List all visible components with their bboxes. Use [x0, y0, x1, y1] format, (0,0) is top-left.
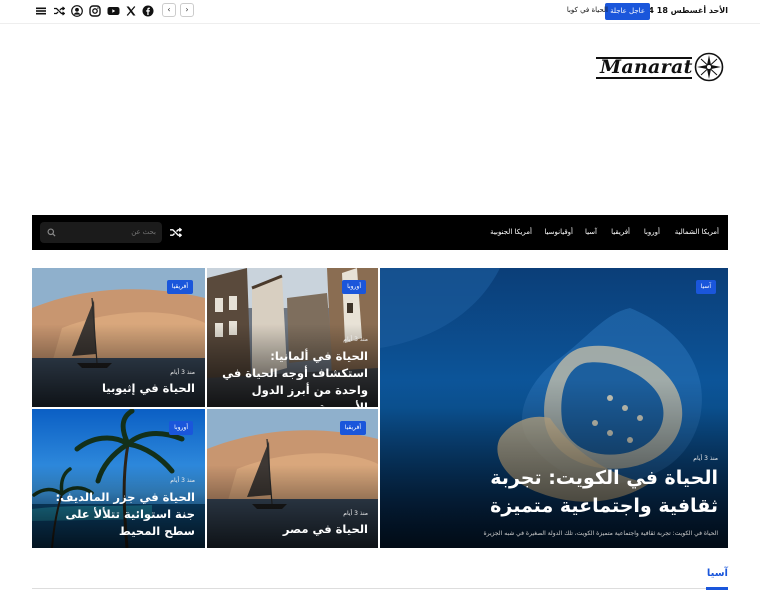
user-icon[interactable]: [71, 5, 83, 17]
featured-post-card-kuwait[interactable]: آسيا منذ 3 أيام الحياة في الكويت: تجربة …: [380, 268, 728, 548]
nav-item-oceania[interactable]: أوقيانوسيا: [544, 215, 573, 250]
search-input[interactable]: [66, 225, 156, 240]
post-date: منذ 3 أيام: [170, 477, 195, 484]
instagram-icon[interactable]: [89, 5, 101, 17]
post-excerpt: الحياة في الكويت: تجربة ثقافية واجتماعية…: [483, 530, 718, 537]
post-title[interactable]: الحياة في إثيوبيا: [43, 380, 195, 397]
post-date: منذ 3 أيام: [343, 336, 368, 343]
post-title[interactable]: الحياة في جزر المالديف: جنة استوائية تتل…: [43, 489, 195, 540]
search-box: [40, 222, 162, 243]
search-icon[interactable]: [47, 228, 56, 237]
section-title[interactable]: آسيا: [707, 568, 728, 579]
top-bar: الأحد أغسطس 18 2024 عاجل عاجلة الحياة في…: [0, 0, 760, 24]
category-badge[interactable]: أفريقيا: [339, 421, 366, 435]
post-date: منذ 3 أيام: [693, 455, 718, 462]
shuffle-icon[interactable]: [53, 5, 65, 17]
nav-item-south-america[interactable]: أمريكا الجنوبية: [490, 215, 532, 250]
site-logo[interactable]: Manarat: [596, 50, 726, 86]
nav-item-europe[interactable]: أوروبا: [644, 215, 660, 250]
news-ticker-link[interactable]: الحياة في كوبا: [567, 6, 608, 14]
post-title[interactable]: الحياة في مصر: [216, 521, 368, 538]
compass-icon: [694, 52, 724, 82]
post-card-egypt[interactable]: أفريقيا منذ 3 أيام الحياة في مصر: [207, 409, 378, 548]
x-icon[interactable]: [125, 5, 137, 17]
shuffle-icon[interactable]: [169, 226, 182, 239]
logo-text: Manarat: [600, 56, 693, 78]
main-navigation: أمريكا الشمالية أوروبا أفريقيا آسيا أوقي…: [32, 215, 728, 250]
chevron-left-icon: ‹: [167, 5, 171, 14]
section-accent-bar: [706, 587, 728, 590]
post-date: منذ 3 أيام: [170, 369, 195, 376]
category-badge[interactable]: أوروبا: [169, 421, 193, 435]
facebook-icon[interactable]: [142, 5, 154, 17]
category-badge[interactable]: أفريقيا: [166, 280, 193, 294]
youtube-icon[interactable]: [107, 5, 120, 17]
post-card-germany[interactable]: أوروبا منذ 3 أيام الحياة في ألمانيا: است…: [207, 268, 378, 407]
ticker-prev-button[interactable]: ‹: [162, 3, 176, 17]
post-date: منذ 3 أيام: [343, 510, 368, 517]
nav-item-asia[interactable]: آسيا: [585, 215, 597, 250]
nav-item-north-america[interactable]: أمريكا الشمالية: [675, 215, 719, 250]
post-card-maldives[interactable]: أوروبا منذ 3 أيام الحياة في جزر المالديف…: [32, 409, 205, 548]
category-badge[interactable]: أوروبا: [342, 280, 366, 294]
chevron-right-icon: ›: [185, 5, 189, 14]
featured-post-title[interactable]: الحياة في الكويت: تجربة ثقافية واجتماعية…: [428, 464, 718, 520]
post-title[interactable]: الحياة في ألمانيا: استكشاف أوجه الحياة ف…: [216, 348, 368, 407]
breaking-news-badge: عاجل عاجلة: [605, 3, 650, 20]
category-badge[interactable]: آسيا: [695, 280, 716, 294]
section-divider: [32, 588, 728, 589]
nav-item-africa[interactable]: أفريقيا: [611, 215, 630, 250]
ticker-next-button[interactable]: ›: [180, 3, 194, 17]
post-card-ethiopia[interactable]: أفريقيا منذ 3 أيام الحياة في إثيوبيا: [32, 268, 205, 407]
menu-icon[interactable]: [35, 5, 47, 17]
